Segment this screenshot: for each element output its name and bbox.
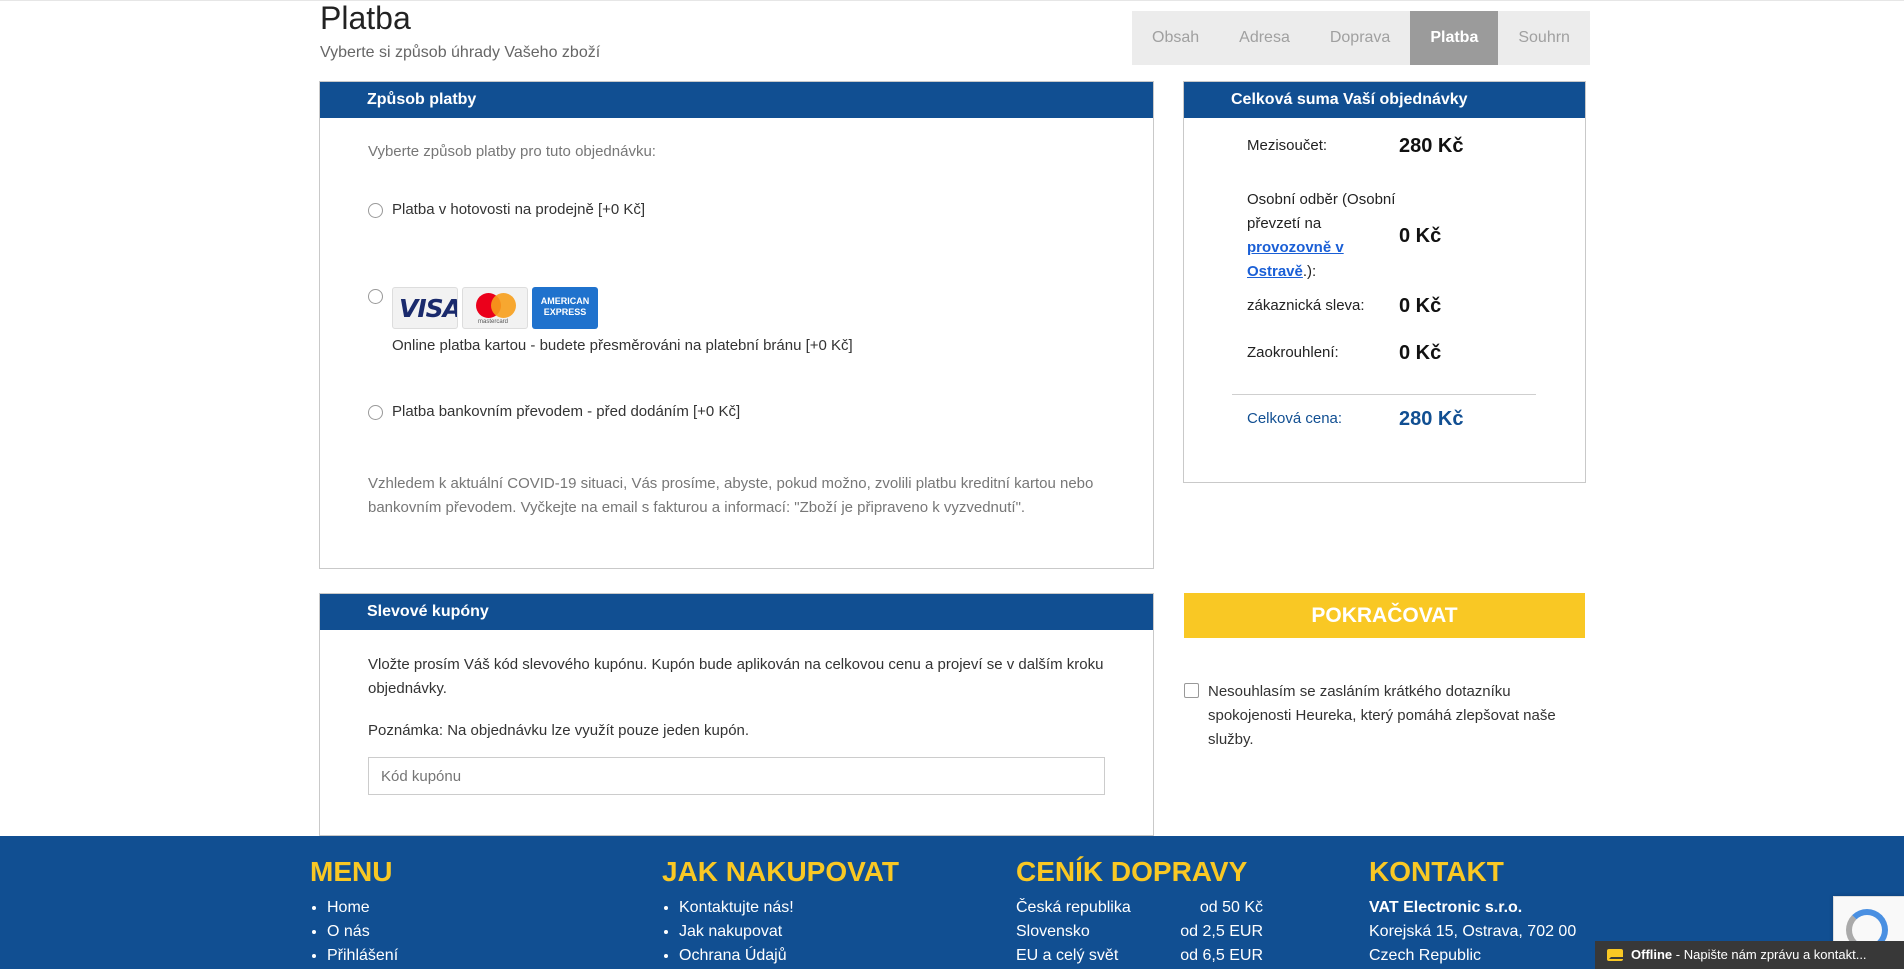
pickup-location-link[interactable]: provozovně v Ostravě (1247, 239, 1344, 280)
payment-option-cash[interactable]: Platba v hotovosti na prodejně [+0 Kč] (368, 201, 645, 218)
covid-note: Vzhledem k aktuální COVID-19 situaci, Vá… (368, 475, 1094, 516)
footer-link-home[interactable]: Home (327, 896, 398, 920)
visa-logo-icon: VISA (392, 287, 458, 329)
summary-divider (1232, 394, 1536, 395)
payment-panel-heading: Způsob platby (320, 82, 1153, 118)
transfer-label: Platba bankovním převodem - před dodáním… (392, 403, 741, 420)
footer-how-to-buy: JAK NAKUPOVAT Kontaktujte nás! Jak nakup… (662, 856, 899, 968)
step-obsah[interactable]: Obsah (1132, 11, 1219, 65)
coupon-note: Poznámka: Na objednávku lze využít pouze… (368, 722, 750, 739)
step-platba[interactable]: Platba (1410, 11, 1499, 65)
rounding-row: Zaokrouhlení: 0 Kč (1247, 341, 1441, 365)
page-title: Platba (320, 0, 411, 36)
chat-status: Offline (1631, 947, 1673, 962)
coupon-code-input[interactable] (368, 757, 1105, 795)
contact-company: VAT Electronic s.r.o. (1369, 899, 1523, 916)
heureka-consent-label: Nesouhlasím se zasláním krátkého dotazní… (1208, 683, 1556, 748)
pickup-row: Osobní odběr (Osobní převzetí na provozo… (1247, 188, 1441, 284)
card-option-content: VISA mastercard AMERICAN EXPRESS Online … (392, 287, 853, 354)
subtotal-row: Mezisoučet: 280 Kč (1247, 134, 1464, 158)
footer-link-login[interactable]: Přihlášení (327, 944, 398, 968)
transfer-radio[interactable] (368, 405, 383, 420)
payment-intro: Vyberte způsob platby pro tuto objednávk… (368, 143, 656, 160)
card-label: Online platba kartou - budete přesměrová… (392, 337, 853, 354)
cash-radio[interactable] (368, 203, 383, 218)
rounding-value: 0 Kč (1399, 341, 1442, 364)
discount-value: 0 Kč (1399, 294, 1442, 317)
top-divider (0, 0, 1904, 1)
continue-button[interactable]: POKRAČOVAT (1184, 593, 1585, 638)
contact-street: Korejská 15, Ostrava, 702 00 (1369, 923, 1577, 940)
footer-link-privacy[interactable]: Ochrana Údajů (679, 944, 899, 968)
footer-how-title: JAK NAKUPOVAT (662, 856, 899, 887)
shipping-row: EU a celý svět od 6,5 EUR (1016, 947, 1263, 964)
footer-shipping-prices: CENÍK DOPRAVY Česká republika od 50 Kč Sl… (1016, 856, 1263, 968)
mail-icon (1607, 949, 1625, 961)
checkout-page: Platba Vyberte si způsob úhrady Vašeho z… (0, 0, 1904, 969)
discount-label: zákaznická sleva: (1247, 297, 1365, 314)
cash-label: Platba v hotovosti na prodejně [+0 Kč] (392, 201, 646, 218)
total-label: Celková cena: (1247, 410, 1343, 427)
pickup-label: Osobní odběr (Osobní převzetí na provozo… (1247, 191, 1396, 280)
shipping-row: Slovensko od 2,5 EUR (1016, 923, 1263, 940)
step-doprava[interactable]: Doprava (1310, 11, 1410, 65)
subtotal-label: Mezisoučet: (1247, 137, 1328, 154)
heureka-consent[interactable]: Nesouhlasím se zasláním krátkého dotazní… (1184, 680, 1584, 752)
footer-link-about[interactable]: O nás (327, 920, 398, 944)
subtotal-value: 280 Kč (1399, 134, 1464, 157)
shipping-row: Česká republika od 50 Kč (1016, 899, 1263, 916)
rounding-label: Zaokrouhlení: (1247, 344, 1339, 361)
card-logos: VISA mastercard AMERICAN EXPRESS (392, 287, 853, 329)
pickup-value: 0 Kč (1399, 224, 1442, 247)
total-row: Celková cena: 280 Kč (1247, 407, 1464, 431)
chat-text: - Napište nám zprávu a kontakt... (1672, 947, 1867, 962)
heureka-consent-checkbox[interactable] (1184, 683, 1199, 698)
coupon-panel: Slevové kupóny Vložte prosím Váš kód sle… (319, 593, 1154, 836)
chat-widget-bar[interactable]: Offline - Napište nám zprávu a kontakt..… (1595, 941, 1904, 969)
discount-row: zákaznická sleva: 0 Kč (1247, 294, 1441, 318)
coupon-panel-heading: Slevové kupóny (320, 594, 1153, 630)
coupon-instructions: Vložte prosím Váš kód slevového kupónu. … (368, 656, 1104, 697)
footer-contact: KONTAKT VAT Electronic s.r.o. Korejská 1… (1369, 856, 1576, 968)
checkout-steps: Obsah Adresa Doprava Platba Souhrn (1132, 11, 1590, 65)
footer-link-contact[interactable]: Kontaktujte nás! (679, 896, 899, 920)
contact-country: Czech Republic (1369, 947, 1482, 964)
order-summary-panel: Celková suma Vaší objednávky Mezisoučet:… (1183, 81, 1586, 483)
summary-panel-heading: Celková suma Vaší objednávky (1184, 82, 1585, 118)
step-adresa[interactable]: Adresa (1219, 11, 1310, 65)
footer-menu-title: MENU (310, 856, 393, 887)
total-value: 280 Kč (1399, 407, 1464, 430)
mastercard-logo-icon: mastercard (462, 287, 528, 329)
payment-method-panel: Způsob platby Vyberte způsob platby pro … (319, 81, 1154, 569)
step-souhrn[interactable]: Souhrn (1498, 11, 1590, 65)
footer-shipping-title: CENÍK DOPRAVY (1016, 856, 1248, 887)
amex-logo-icon: AMERICAN EXPRESS (532, 287, 598, 329)
footer-menu: MENU Home O nás Přihlášení (310, 856, 398, 968)
card-radio[interactable] (368, 289, 383, 304)
footer-contact-title: KONTAKT (1369, 856, 1504, 887)
footer-link-how-to-buy[interactable]: Jak nakupovat (679, 920, 899, 944)
page-subtitle: Vyberte si způsob úhrady Vašeho zboží (320, 44, 601, 61)
payment-option-card[interactable]: VISA mastercard AMERICAN EXPRESS Online … (368, 287, 853, 354)
payment-option-transfer[interactable]: Platba bankovním převodem - před dodáním… (368, 403, 740, 420)
